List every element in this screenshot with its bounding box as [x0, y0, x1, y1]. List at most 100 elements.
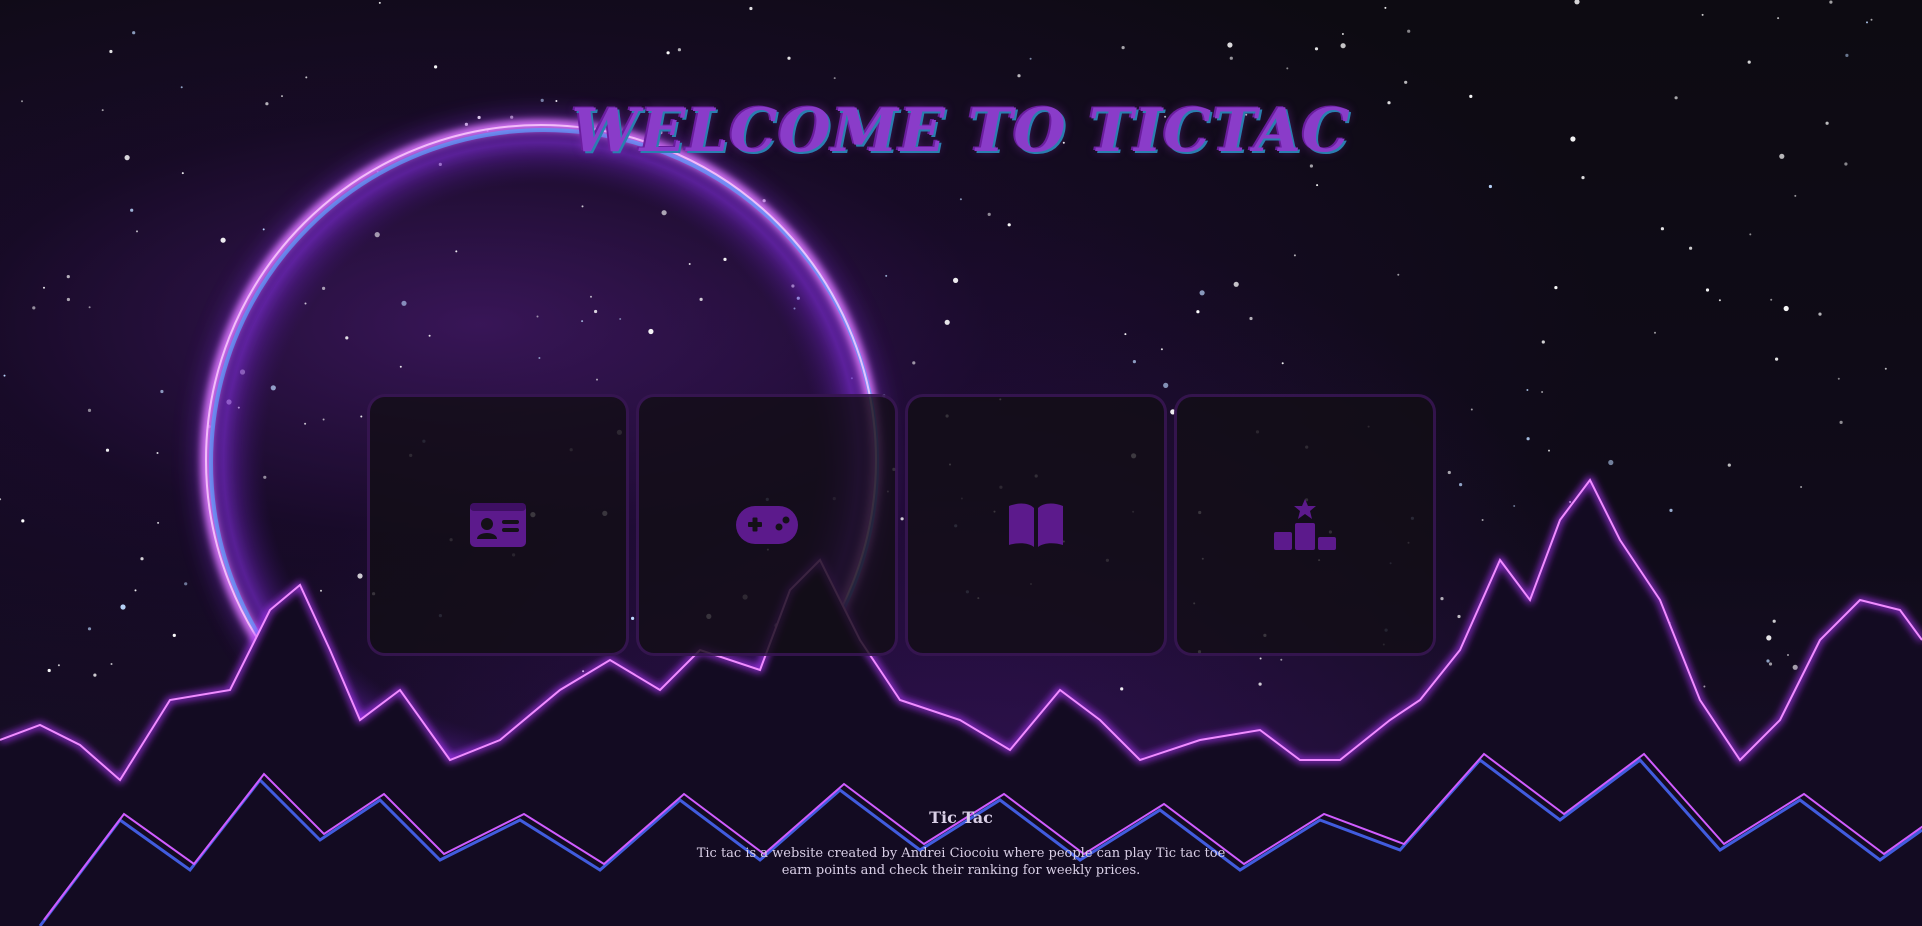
page-root: WELCOME TO TICTAC Tic Tac Tic tac is a w…	[0, 0, 1922, 926]
star	[1488, 184, 1492, 189]
star	[1787, 654, 1789, 656]
star	[1839, 420, 1843, 424]
star	[43, 286, 45, 289]
star	[1870, 18, 1873, 21]
star	[1404, 80, 1408, 84]
star	[1259, 657, 1262, 660]
star	[1660, 227, 1664, 231]
star	[1281, 362, 1284, 365]
star	[953, 277, 959, 283]
star	[1818, 312, 1822, 316]
star	[1384, 6, 1387, 9]
star	[1703, 685, 1706, 688]
star	[1574, 0, 1580, 5]
star	[1280, 658, 1283, 661]
star	[57, 664, 60, 667]
star	[66, 297, 70, 302]
star	[1007, 223, 1011, 227]
star	[1669, 508, 1673, 512]
star	[434, 65, 438, 69]
star	[1513, 505, 1516, 507]
ranking-podium-icon	[1274, 499, 1336, 550]
star	[1397, 273, 1400, 276]
star	[1727, 463, 1731, 467]
star	[1701, 13, 1704, 16]
star	[1017, 74, 1021, 78]
star	[88, 306, 91, 309]
star	[1526, 389, 1529, 391]
star	[130, 208, 134, 212]
star	[1866, 21, 1868, 24]
star	[787, 56, 791, 60]
star	[47, 668, 51, 673]
star	[1768, 662, 1773, 666]
star	[3, 374, 6, 377]
footer-title: Tic Tac	[929, 808, 993, 827]
star	[87, 627, 92, 631]
star	[1884, 367, 1887, 370]
star	[1293, 254, 1296, 257]
star	[66, 275, 70, 279]
gamepad-icon	[736, 506, 798, 544]
star	[1554, 286, 1558, 290]
menu-tiles	[367, 394, 1436, 656]
star	[109, 49, 113, 54]
star	[1249, 316, 1253, 321]
star	[140, 557, 144, 561]
star	[1229, 56, 1233, 60]
star	[1770, 298, 1773, 301]
id-card-icon	[470, 503, 526, 547]
star	[1718, 299, 1721, 302]
star	[666, 51, 670, 55]
star	[1794, 194, 1797, 197]
star	[1837, 377, 1840, 380]
star	[1316, 184, 1319, 187]
star	[180, 86, 183, 89]
star	[1581, 176, 1585, 180]
ranking-tile[interactable]	[1174, 394, 1436, 656]
star	[1340, 43, 1346, 49]
star	[1314, 47, 1319, 51]
star	[1199, 290, 1205, 296]
star	[93, 673, 97, 677]
star	[134, 589, 137, 592]
book-open-icon	[1009, 503, 1063, 547]
star	[959, 198, 962, 201]
star	[1459, 483, 1463, 487]
star	[1481, 519, 1484, 521]
star	[1233, 281, 1239, 287]
star	[1775, 357, 1779, 361]
star	[1440, 597, 1444, 601]
star	[1689, 246, 1693, 250]
star	[1705, 288, 1710, 292]
star	[885, 274, 888, 277]
play-tile[interactable]	[636, 394, 898, 656]
star	[32, 306, 36, 310]
star	[1541, 391, 1544, 393]
star	[1124, 333, 1127, 336]
star	[1829, 0, 1833, 4]
profile-tile[interactable]	[367, 394, 629, 656]
star	[181, 172, 184, 175]
footer: Tic Tac Tic tac is a website created by …	[0, 808, 1922, 879]
star	[1470, 408, 1473, 411]
star	[1029, 57, 1032, 60]
star	[677, 48, 682, 52]
star	[1772, 619, 1776, 623]
star	[87, 408, 92, 412]
star	[21, 519, 25, 523]
star	[1341, 33, 1344, 35]
star	[912, 361, 916, 365]
star	[1749, 233, 1752, 236]
star	[132, 31, 136, 35]
star	[1783, 305, 1789, 312]
star	[1121, 46, 1125, 50]
star	[1608, 459, 1614, 466]
star	[1747, 60, 1751, 64]
rules-tile[interactable]	[905, 394, 1167, 656]
star	[172, 633, 176, 638]
star	[1160, 348, 1163, 351]
star	[1800, 486, 1803, 488]
star	[1777, 17, 1780, 20]
footer-description: Tic tac is a website created by Andrei C…	[696, 846, 1226, 878]
